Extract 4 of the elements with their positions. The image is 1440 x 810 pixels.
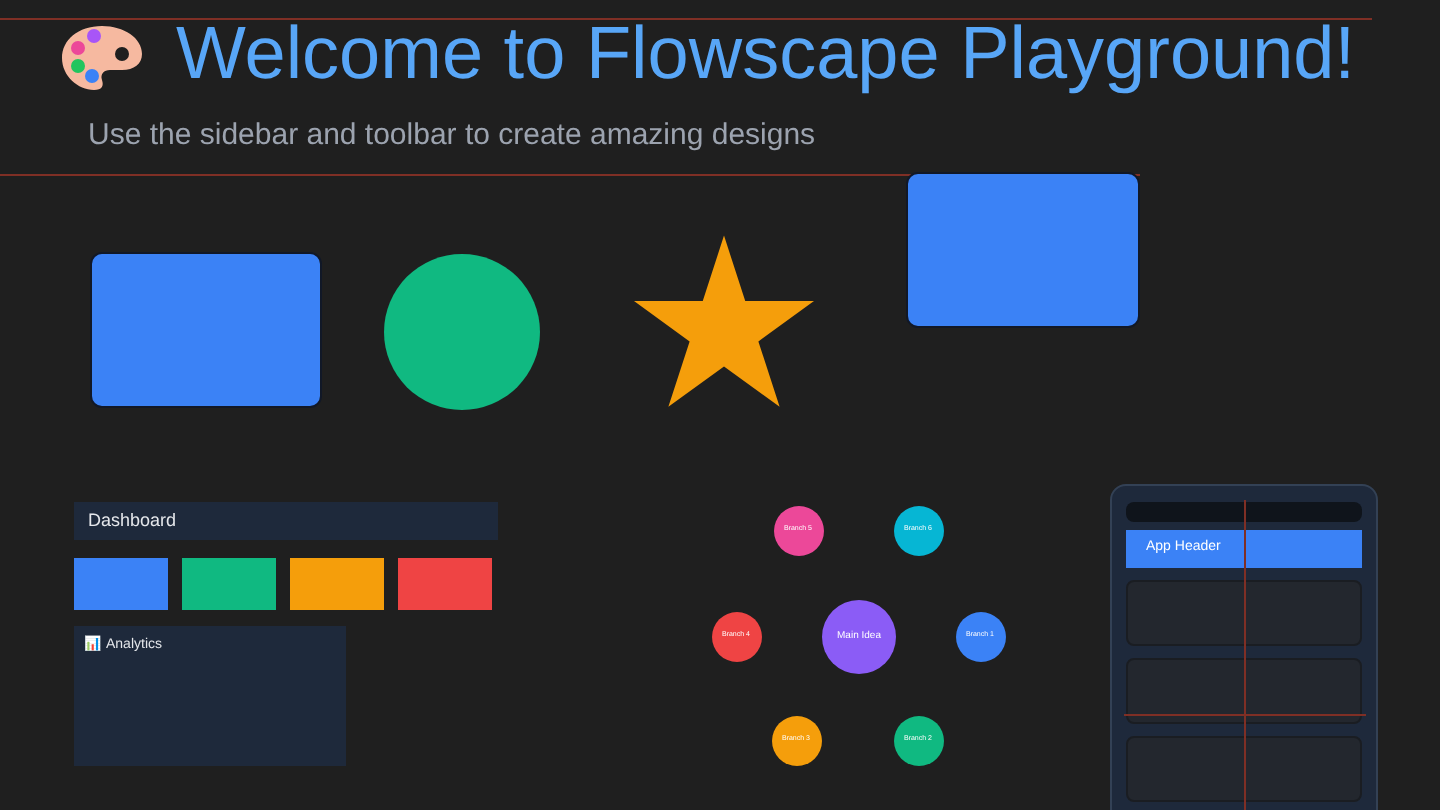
subtitle: Use the sidebar and toolbar to create amazing designs <box>88 116 816 156</box>
dashboard-header: Dashboard <box>74 502 498 540</box>
welcome-title: Welcome to Flowscape Playground! <box>176 10 1356 98</box>
palette-icon <box>60 24 144 92</box>
